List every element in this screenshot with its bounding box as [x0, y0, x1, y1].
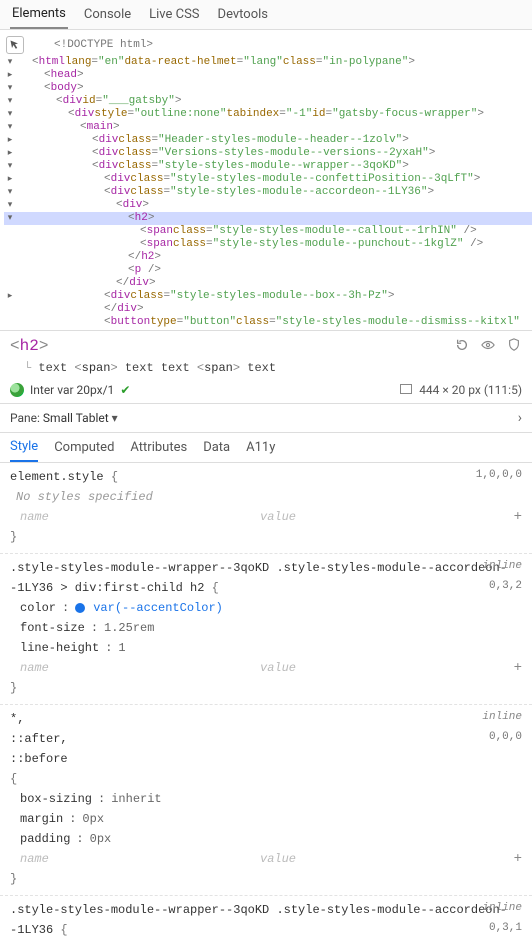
dom-row[interactable]: ▸<div class="style-styles-module--confet…: [4, 173, 532, 186]
color-swatch-icon[interactable]: [75, 603, 85, 613]
twisty-icon[interactable]: ▾: [4, 82, 16, 95]
plus-icon[interactable]: +: [514, 849, 522, 869]
dom-row[interactable]: ▾<html lang="en" data-react-helmet="lang…: [4, 56, 532, 69]
tab-devtools[interactable]: Devtools: [216, 1, 270, 28]
twisty-icon[interactable]: [4, 251, 16, 264]
check-icon: ✔: [120, 383, 130, 397]
pane-selector-row: Pane: Small Tablet ▾ ›: [0, 404, 532, 433]
chevron-down-icon[interactable]: ▾: [112, 411, 118, 425]
pane-value[interactable]: Small Tablet: [43, 411, 109, 425]
css-declaration[interactable]: box-sizing:inherit: [10, 789, 522, 809]
tab-a11y[interactable]: A11y: [246, 434, 275, 461]
twisty-icon[interactable]: ▾: [4, 199, 16, 212]
tab-data[interactable]: Data: [203, 434, 230, 461]
add-declaration-row[interactable]: namevalue+: [10, 507, 522, 527]
dom-row[interactable]: </div>: [4, 303, 532, 316]
twisty-icon[interactable]: [4, 316, 16, 329]
devtools-topbar: Elements Console Live CSS Devtools: [0, 0, 532, 30]
cursor-icon: [9, 39, 21, 51]
selected-font: Inter var 20px/1: [30, 383, 114, 397]
dom-row[interactable]: </h2>: [4, 251, 532, 264]
dom-row[interactable]: ▾<div id="___gatsby">: [4, 95, 532, 108]
dom-row[interactable]: ▾<div>: [4, 199, 532, 212]
dom-row[interactable]: ▾<div style="outline:none" tabindex="-1"…: [4, 108, 532, 121]
dom-row[interactable]: ▾<body>: [4, 82, 532, 95]
selected-tag: <h2>: [10, 337, 48, 355]
no-styles-text: No styles specified: [10, 487, 522, 507]
twisty-icon[interactable]: ▾: [4, 56, 16, 69]
dom-row[interactable]: <button type="button" class="style-style…: [4, 316, 532, 329]
twisty-icon[interactable]: [4, 225, 16, 238]
twisty-icon[interactable]: ▸: [4, 147, 16, 160]
css-rule[interactable]: 1,0,0,0element.style {No styles specifie…: [0, 463, 532, 554]
rule-origin: inline0,3,1: [482, 898, 522, 938]
dom-row[interactable]: ▸<div class="Versions-styles-module--ver…: [4, 147, 532, 160]
pane-label: Pane:: [10, 411, 40, 425]
css-declaration[interactable]: color:var(--accentColor): [10, 598, 522, 618]
css-declaration[interactable]: font-size:1.25rem: [10, 618, 522, 638]
dom-row[interactable]: ▸<div class="style-styles-module--box--3…: [4, 290, 532, 303]
dom-row[interactable]: </div>: [4, 277, 532, 290]
eye-icon[interactable]: [480, 337, 496, 353]
box-model-icon[interactable]: [400, 384, 412, 394]
styles-panel[interactable]: 1,0,0,0element.style {No styles specifie…: [0, 463, 532, 946]
refresh-icon[interactable]: [454, 337, 470, 353]
selected-element-bar: <h2>: [0, 330, 532, 357]
tab-elements[interactable]: Elements: [10, 0, 68, 29]
dom-row[interactable]: ▾<h2>: [4, 212, 532, 225]
dom-row[interactable]: ▸<div class="Header-styles-module--heade…: [4, 134, 532, 147]
dom-row[interactable]: ▾<div class="style-styles-module--accord…: [4, 186, 532, 199]
tab-computed[interactable]: Computed: [54, 434, 114, 461]
twisty-icon[interactable]: [4, 264, 16, 277]
css-declaration[interactable]: padding:0px: [10, 829, 522, 849]
twisty-icon[interactable]: ▾: [4, 108, 16, 121]
shield-icon[interactable]: [506, 337, 522, 353]
dom-row[interactable]: ▾<div class="style-styles-module--wrappe…: [4, 160, 532, 173]
add-declaration-row[interactable]: namevalue+: [10, 849, 522, 869]
twisty-icon[interactable]: [4, 277, 16, 290]
twisty-icon[interactable]: ▾: [4, 212, 16, 225]
twisty-icon[interactable]: ▾: [4, 160, 16, 173]
twisty-icon[interactable]: ▾: [4, 121, 16, 134]
twisty-icon[interactable]: ▾: [4, 95, 16, 108]
twisty-icon[interactable]: ▸: [4, 69, 16, 82]
twisty-icon[interactable]: ▸: [4, 173, 16, 186]
selected-dimensions: 444 × 20 px (111:5): [419, 383, 522, 397]
css-declaration[interactable]: margin:0px: [10, 809, 522, 829]
dom-row[interactable]: <span class="style-styles-module--callou…: [4, 225, 532, 238]
color-swatch-icon[interactable]: [10, 383, 24, 397]
selected-font-row: Inter var 20px/1 ✔ 444 × 20 px (111:5): [0, 379, 532, 404]
tab-live-css[interactable]: Live CSS: [147, 1, 201, 28]
css-rule[interactable]: inline0,0,0*,::after,::before {box-sizin…: [0, 705, 532, 896]
dom-row[interactable]: <span class="style-styles-module--puncho…: [4, 238, 532, 251]
css-rule[interactable]: inline0,3,1.style-styles-module--wrapper…: [0, 896, 532, 946]
css-declaration[interactable]: line-height:1: [10, 638, 522, 658]
twisty-icon[interactable]: [26, 39, 38, 52]
dom-row[interactable]: ▾<main>: [4, 121, 532, 134]
dom-row[interactable]: <p />: [4, 264, 532, 277]
twisty-icon[interactable]: ▸: [4, 134, 16, 147]
plus-icon[interactable]: +: [514, 658, 522, 678]
inspect-element-button[interactable]: [6, 36, 24, 54]
styles-tabbar: Style Computed Attributes Data A11y: [0, 433, 532, 463]
chevron-right-icon[interactable]: ›: [518, 410, 522, 426]
rule-origin: 1,0,0,0: [476, 465, 522, 485]
tab-style[interactable]: Style: [10, 433, 38, 462]
twisty-icon[interactable]: [4, 238, 16, 251]
rule-origin: inline0,3,2: [482, 556, 522, 596]
twisty-icon[interactable]: ▸: [4, 290, 16, 303]
twisty-icon[interactable]: ▾: [4, 186, 16, 199]
selected-path: └ text <span> text text <span> text: [0, 357, 532, 379]
rule-origin: inline0,0,0: [482, 707, 522, 747]
dom-tree[interactable]: <!DOCTYPE html>▾<html lang="en" data-rea…: [0, 30, 532, 330]
css-rule[interactable]: inline0,3,2.style-styles-module--wrapper…: [0, 554, 532, 705]
plus-icon[interactable]: +: [514, 507, 522, 527]
twisty-icon[interactable]: [4, 303, 16, 316]
add-declaration-row[interactable]: namevalue+: [10, 658, 522, 678]
dom-row[interactable]: ▸<head>: [4, 69, 532, 82]
tab-console[interactable]: Console: [82, 1, 133, 28]
tab-attributes[interactable]: Attributes: [130, 434, 187, 461]
